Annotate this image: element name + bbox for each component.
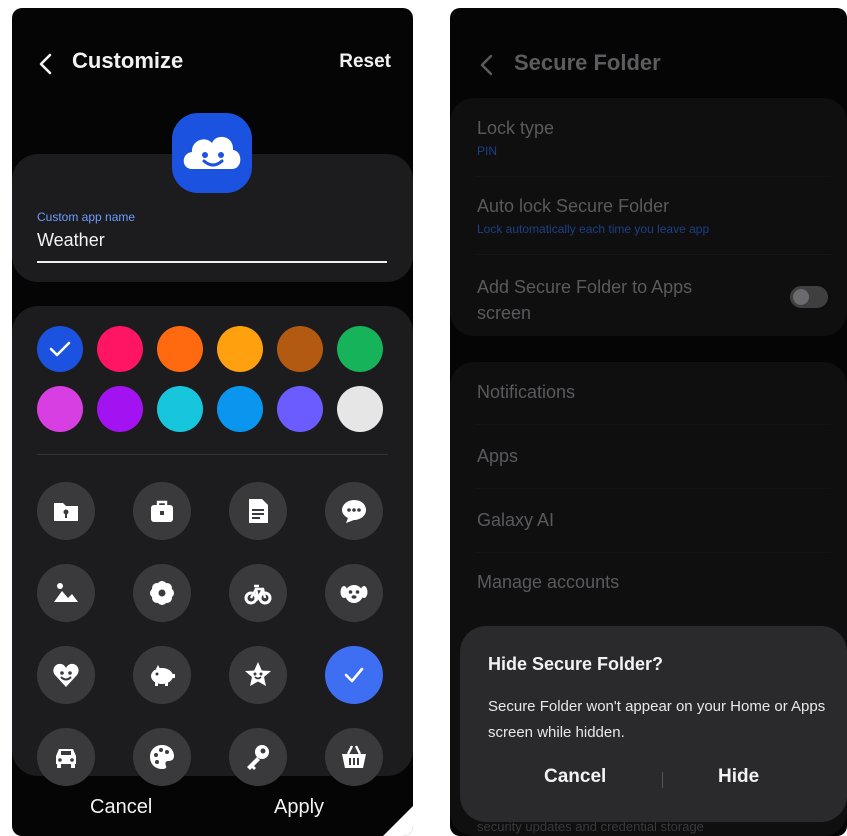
back-arrow-icon[interactable] (478, 53, 496, 77)
lock-type-value: PIN (477, 144, 498, 158)
lock-type-label[interactable]: Lock type (477, 118, 554, 139)
apply-button[interactable]: Apply (274, 796, 324, 819)
color-swatch[interactable] (157, 386, 203, 432)
dialog-hide-button[interactable]: Hide (718, 766, 759, 788)
color-swatch[interactable] (37, 386, 83, 432)
notifications-item[interactable]: Notifications (477, 382, 575, 403)
add-to-apps-toggle[interactable] (790, 286, 828, 308)
document-icon[interactable] (229, 482, 287, 540)
color-swatch[interactable] (337, 386, 383, 432)
page-title: Secure Folder (514, 50, 661, 75)
style-card (12, 306, 413, 786)
bicycle-icon[interactable] (229, 564, 287, 622)
app-name-label: Custom app name (37, 210, 136, 224)
page-title: Customize (72, 48, 184, 73)
smiling-cloud-icon (183, 136, 241, 169)
color-swatch[interactable] (97, 386, 143, 432)
divider (477, 176, 831, 177)
color-swatch[interactable] (97, 326, 143, 372)
star-smile-icon[interactable] (229, 646, 287, 704)
palette-icon[interactable] (133, 728, 191, 786)
briefcase-icon[interactable] (133, 482, 191, 540)
corner-fold (383, 806, 413, 836)
dialog-cancel-button[interactable]: Cancel (544, 766, 606, 788)
divider (477, 552, 831, 553)
customize-screen: Customize Reset Custom app name Weather (12, 8, 413, 836)
piggy-bank-icon[interactable] (133, 646, 191, 704)
dialog-title: Hide Secure Folder? (488, 654, 664, 674)
manage-accounts-item[interactable]: Manage accounts (477, 572, 619, 593)
add-to-apps-label[interactable]: Add Secure Folder to Apps screen (477, 274, 737, 326)
car-icon[interactable] (37, 728, 95, 786)
auto-lock-label[interactable]: Auto lock Secure Folder (477, 196, 669, 217)
heart-smile-icon[interactable] (37, 646, 95, 704)
secure-folder-screen: Secure Folder Lock type PIN Auto lock Se… (450, 8, 847, 836)
back-arrow-icon[interactable] (36, 52, 56, 76)
chat-bubble-icon[interactable] (325, 482, 383, 540)
folder-lock-icon[interactable] (37, 482, 95, 540)
color-swatch[interactable] (277, 326, 323, 372)
hide-secure-folder-dialog: Hide Secure Folder? Secure Folder won't … (460, 626, 847, 822)
color-swatch[interactable] (337, 326, 383, 372)
color-swatch[interactable] (157, 326, 203, 372)
dog-icon[interactable] (325, 564, 383, 622)
color-swatch-selected[interactable] (37, 326, 83, 372)
input-underline (37, 261, 387, 263)
toggle-knob (793, 289, 809, 305)
apps-item[interactable]: Apps (477, 446, 518, 467)
divider (477, 254, 831, 255)
picture-icon[interactable] (37, 564, 95, 622)
divider (477, 424, 831, 425)
color-swatch[interactable] (217, 386, 263, 432)
cancel-button[interactable]: Cancel (90, 796, 152, 819)
flower-icon[interactable] (133, 564, 191, 622)
button-separator (662, 772, 663, 788)
key-icon[interactable] (229, 728, 287, 786)
basket-icon[interactable] (325, 728, 383, 786)
settings-group-lock: Lock type PIN Auto lock Secure Folder Lo… (450, 98, 847, 336)
app-icon-preview (172, 113, 252, 193)
divider (37, 454, 388, 455)
auto-lock-value: Lock automatically each time you leave a… (477, 222, 710, 236)
app-name-input[interactable]: Weather (37, 230, 105, 251)
color-swatch[interactable] (217, 326, 263, 372)
divider (477, 488, 831, 489)
galaxy-ai-item[interactable]: Galaxy AI (477, 510, 554, 531)
color-swatch[interactable] (277, 386, 323, 432)
dialog-message: Secure Folder won't appear on your Home … (488, 698, 826, 741)
checkmark-icon (49, 341, 71, 357)
reset-button[interactable]: Reset (339, 51, 391, 73)
check-selected-icon[interactable] (325, 646, 383, 704)
